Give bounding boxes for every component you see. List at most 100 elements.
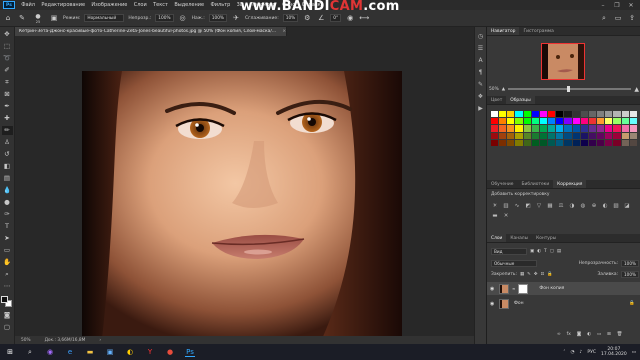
color-swatch[interactable] — [531, 139, 539, 146]
color-swatch[interactable] — [539, 125, 548, 132]
fill-field[interactable]: 100% — [621, 271, 639, 278]
move-tool-icon[interactable]: ✥ — [2, 30, 13, 39]
delete-layer-icon[interactable]: 🗑 — [617, 332, 623, 337]
color-swatch[interactable] — [499, 139, 507, 146]
color-swatch[interactable] — [613, 139, 621, 146]
link-layers-icon[interactable]: ∞ — [557, 332, 561, 337]
layer-style-icon[interactable]: fx — [567, 332, 571, 337]
add-mask-icon[interactable]: ◙ — [577, 332, 581, 337]
notifications-icon[interactable]: ▭ — [632, 350, 636, 355]
color-swatch[interactable] — [515, 111, 523, 118]
color-swatch[interactable] — [507, 125, 515, 132]
mode-select[interactable]: Нормальный — [84, 14, 125, 22]
color-swatch[interactable] — [556, 125, 564, 132]
store-icon[interactable]: ▣ — [105, 347, 115, 357]
brush-settings-icon[interactable]: ▣ — [49, 13, 59, 23]
color-swatch[interactable] — [572, 139, 580, 146]
share-icon[interactable]: ⇪ — [627, 13, 637, 23]
brush-tool-icon[interactable]: ✎ — [17, 13, 27, 23]
styles-icon[interactable]: ❖ — [478, 93, 483, 100]
home-icon[interactable]: ⌂ — [3, 13, 13, 23]
visibility-eye-icon[interactable]: ◉ — [490, 301, 496, 307]
color-swatch[interactable] — [613, 132, 621, 139]
paragraph-icon[interactable]: ¶ — [479, 69, 483, 76]
close-document-icon[interactable]: × — [282, 29, 286, 34]
color-swatch[interactable] — [629, 118, 637, 125]
color-swatch[interactable] — [507, 118, 515, 125]
eyedropper-tool-icon[interactable]: ✒ — [2, 102, 13, 111]
color-swatch[interactable] — [597, 125, 605, 132]
layer-row-fon[interactable]: ◉ Фон 🔒 — [487, 297, 640, 310]
color-swatch[interactable] — [572, 132, 580, 139]
color-swatch[interactable] — [564, 139, 572, 146]
color-swatch[interactable] — [523, 111, 531, 118]
filter-pixel-icon[interactable]: ▣ — [530, 249, 534, 254]
color-swatch[interactable] — [572, 111, 580, 118]
color-swatch[interactable] — [556, 132, 564, 139]
color-swatch[interactable] — [491, 118, 499, 125]
color-swatch[interactable] — [629, 139, 637, 146]
color-swatch[interactable] — [499, 111, 507, 118]
color-swatch[interactable] — [613, 111, 621, 118]
quick-mask-icon[interactable]: ◙ — [2, 311, 13, 320]
navigator-thumbnail[interactable] — [541, 43, 585, 80]
photo-filter-icon[interactable]: ◍ — [579, 202, 587, 209]
lock-transparent-icon[interactable]: ▦ — [520, 272, 524, 277]
document-tab[interactable]: Кетрин-Зета-Джонс-красивые-фото-Catherin… — [15, 27, 287, 36]
airbrush-icon[interactable]: ✈ — [231, 13, 241, 23]
color-swatch[interactable] — [605, 125, 613, 132]
file-explorer-icon[interactable]: ▬ — [85, 347, 95, 357]
color-swatch[interactable] — [564, 111, 572, 118]
color-swatch[interactable] — [572, 118, 580, 125]
color-swatch[interactable] — [588, 118, 597, 125]
gradient-tool-icon[interactable]: ▤ — [2, 174, 13, 183]
network-icon[interactable]: ◔ — [571, 350, 575, 355]
color-swatch[interactable] — [621, 132, 629, 139]
zoom-in-icon[interactable]: ▲ — [634, 86, 639, 93]
opacity-field[interactable]: 100% — [155, 14, 174, 22]
filter-type-icon[interactable]: T — [544, 249, 547, 254]
screen-mode-icon[interactable]: ▢ — [2, 323, 13, 332]
path-select-tool-icon[interactable]: ➤ — [2, 234, 13, 243]
layer-kind-filter[interactable]: Вид — [491, 248, 527, 255]
color-swatch[interactable] — [580, 111, 588, 118]
tab-color[interactable]: Цвет — [487, 96, 506, 104]
lock-artboard-icon[interactable]: ⊡ — [541, 272, 545, 277]
brightness-icon[interactable]: ☀ — [491, 202, 499, 209]
search-icon[interactable]: ⌕ — [25, 347, 35, 357]
exposure-icon[interactable]: ◩ — [524, 202, 532, 209]
color-swatch[interactable] — [629, 111, 637, 118]
levels-icon[interactable]: ▥ — [502, 202, 510, 209]
zoom-level[interactable]: 50% — [21, 338, 31, 343]
color-swatch[interactable] — [548, 139, 556, 146]
vibrance-icon[interactable]: ▽ — [535, 202, 543, 209]
healing-tool-icon[interactable]: ✚ — [2, 114, 13, 123]
color-swatch[interactable] — [613, 125, 621, 132]
color-swatch[interactable] — [588, 132, 597, 139]
color-swatch[interactable] — [523, 125, 531, 132]
dodge-tool-icon[interactable]: ● — [2, 198, 13, 207]
color-swatch[interactable] — [515, 118, 523, 125]
filter-shape-icon[interactable]: ▢ — [550, 249, 554, 254]
color-swatch[interactable] — [548, 111, 556, 118]
color-swatch[interactable] — [605, 111, 613, 118]
color-swatch[interactable] — [507, 132, 515, 139]
color-swatch[interactable] — [597, 118, 605, 125]
color-swatch[interactable] — [588, 125, 597, 132]
color-swatch[interactable] — [548, 118, 556, 125]
threshold-icon[interactable]: ◪ — [623, 202, 631, 209]
yandex-icon[interactable]: Y — [145, 347, 155, 357]
lasso-tool-icon[interactable]: ➰ — [2, 54, 13, 63]
history-brush-tool-icon[interactable]: ↺ — [2, 150, 13, 159]
edge-icon[interactable]: e — [65, 347, 75, 357]
properties-icon[interactable]: ☰ — [478, 45, 483, 52]
pen-tool-icon[interactable]: ✑ — [2, 210, 13, 219]
lock-paint-icon[interactable]: ✎ — [527, 272, 531, 277]
quick-select-tool-icon[interactable]: ✐ — [2, 66, 13, 75]
lock-move-icon[interactable]: ✥ — [534, 272, 538, 277]
color-swatch[interactable] — [580, 125, 588, 132]
color-swatch[interactable] — [539, 132, 548, 139]
search-icon[interactable]: ⌕ — [599, 13, 609, 23]
pressure-field[interactable]: 100% — [208, 14, 228, 22]
color-swatch[interactable] — [597, 132, 605, 139]
